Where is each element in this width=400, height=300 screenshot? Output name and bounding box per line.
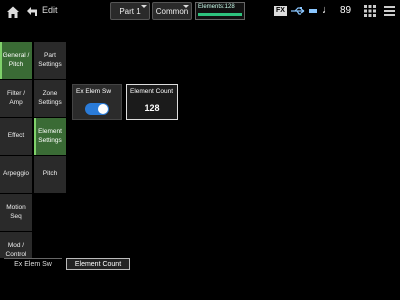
nav-motion-seq[interactable]: Motion Seq — [0, 194, 32, 232]
home-icon[interactable] — [6, 5, 20, 19]
nav-effect[interactable]: Effect — [0, 118, 32, 156]
nav-label: Arpeggio — [2, 170, 30, 178]
element-count-value: 128 — [144, 103, 160, 113]
nav-element-settings[interactable]: Element Settings — [34, 118, 66, 156]
elements-count-label: Elements:128 — [198, 4, 235, 10]
nav-label: Filter / Amp — [6, 90, 26, 106]
tempo-value[interactable]: 89 — [340, 5, 351, 16]
ex-elem-sw-label: Ex Elem Sw — [76, 88, 112, 95]
top-bar: Edit Part 1 Common Elements:128 FX ♩ 89 — [0, 0, 400, 24]
nav-general-pitch[interactable]: General / Pitch — [0, 42, 32, 80]
nav-label: Part Settings — [38, 52, 62, 68]
nav-label: Effect — [7, 132, 25, 140]
bottom-tab-ex-elem-sw[interactable]: Ex Elem Sw — [4, 258, 62, 270]
page-title: Edit — [42, 5, 58, 15]
menu-icon[interactable] — [384, 6, 395, 16]
quick-setup-icon[interactable] — [364, 5, 376, 17]
nav-label: Zone Settings — [38, 90, 62, 106]
nav-label: Motion Seq — [6, 204, 26, 220]
common-selector[interactable]: Common — [152, 2, 192, 20]
bottom-bar: Ex Elem Sw Element Count — [0, 258, 400, 272]
nav-filter-amp[interactable]: Filter / Amp — [0, 80, 32, 118]
nav-zone-settings[interactable]: Zone Settings — [34, 80, 66, 118]
nav-label: General / Pitch — [2, 52, 30, 68]
back-arrow-icon[interactable] — [24, 4, 40, 20]
toggle-knob — [98, 104, 108, 114]
nav-part-settings[interactable]: Part Settings — [34, 42, 66, 80]
nav-label: Element Settings — [38, 128, 62, 144]
bottom-tab-element-count[interactable]: Element Count — [66, 258, 130, 270]
nav-label: Pitch — [42, 170, 58, 178]
ex-elem-sw-toggle[interactable] — [85, 103, 109, 115]
element-count-label: Element Count — [130, 88, 173, 95]
nav-label: Mod / Control — [5, 242, 27, 258]
nav-arpeggio[interactable]: Arpeggio — [0, 156, 32, 194]
elements-meter-bar — [198, 13, 242, 16]
fx-indicator[interactable]: FX — [274, 6, 287, 16]
part-selector[interactable]: Part 1 — [110, 2, 150, 20]
note-icon: ♩ — [322, 4, 333, 16]
nav-pitch[interactable]: Pitch — [34, 156, 66, 194]
element-count-panel[interactable]: Element Count 128 — [126, 84, 178, 120]
ex-elem-sw-panel[interactable]: Ex Elem Sw — [72, 84, 122, 120]
usb-icon — [291, 7, 305, 15]
elements-indicator: Elements:128 — [195, 2, 245, 20]
midi-indicator-icon — [309, 9, 317, 13]
